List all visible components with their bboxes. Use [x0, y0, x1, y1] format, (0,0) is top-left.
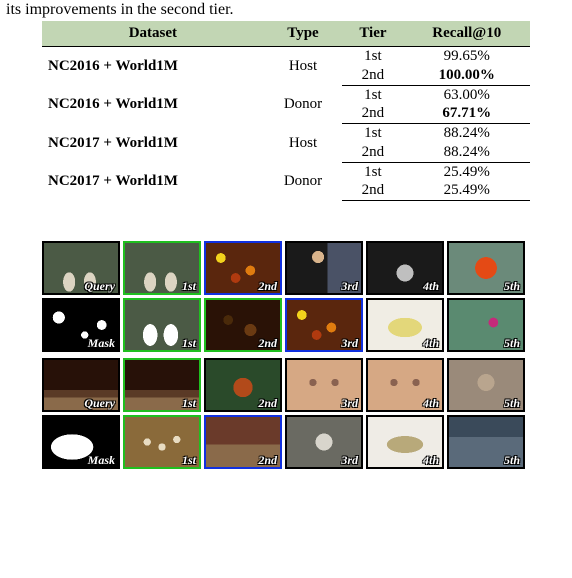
results-table-wrap: Dataset Type Tier Recall@10 NC2016 + Wor… [42, 21, 530, 201]
cell-type: Donor [264, 162, 343, 201]
cell-recall: 88.24% [404, 143, 530, 162]
grid-block: Query 1st 2nd 3rd 4th 5th Mask 1st 2nd 3rd 4th 5th [42, 241, 530, 352]
grid-row: Query 1st 2nd 3rd 4th 5th [42, 241, 530, 295]
thumbnail-label: 5th [504, 337, 523, 350]
thumbnail-label: Mask [88, 454, 118, 467]
cell-recall: 63.00% [404, 85, 530, 104]
thumbnail-label: 3rd [341, 280, 361, 293]
thumbnail-label: 3rd [341, 397, 361, 410]
cell-tier: 1st [342, 47, 403, 66]
cell-recall: 100.00% [404, 66, 530, 85]
thumbnail: Mask [42, 298, 120, 352]
cell-tier: 1st [342, 124, 403, 143]
thumbnail-label: 4th [423, 397, 442, 410]
thumbnail: Query [42, 241, 120, 295]
thumbnail: 3rd [285, 358, 363, 412]
thumbnail: 3rd [285, 415, 363, 469]
cell-type: Donor [264, 85, 343, 124]
col-dataset: Dataset [42, 21, 264, 47]
thumbnail: 2nd [204, 415, 282, 469]
table-row: NC2016 + World1MHost1st99.65% [42, 47, 530, 66]
table-row: NC2016 + World1MDonor1st63.00% [42, 85, 530, 104]
cell-tier: 2nd [342, 104, 403, 123]
cell-recall: 25.49% [404, 181, 530, 200]
retrieval-grid: Query1st2nd3rd4th5thMask1st2nd3rd4th5thQ… [42, 241, 530, 469]
thumbnail: 4th [366, 298, 444, 352]
thumbnail: 4th [366, 415, 444, 469]
cell-tier: 2nd [342, 143, 403, 162]
thumbnail-label: 3rd [341, 454, 361, 467]
thumbnail-label: Mask [88, 337, 118, 350]
thumbnail-label: Query [84, 280, 118, 293]
thumbnail: Query [42, 358, 120, 412]
table-row: NC2017 + World1MHost1st88.24% [42, 124, 530, 143]
thumbnail: 1st [123, 358, 201, 412]
thumbnail-label: 4th [423, 454, 442, 467]
col-tier: Tier [342, 21, 403, 47]
thumbnail-label: 2nd [258, 397, 280, 410]
caption-fragment: its improvements in the second tier. [0, 0, 572, 21]
thumbnail: 5th [447, 358, 525, 412]
cell-dataset: NC2017 + World1M [42, 124, 264, 163]
grid-row: Query 1st 2nd 3rd 4th 5th [42, 358, 530, 412]
thumbnail: 2nd [204, 241, 282, 295]
thumbnail-label: 5th [504, 280, 523, 293]
thumbnail-label: 2nd [258, 337, 280, 350]
grid-block: Query 1st 2nd 3rd 4th 5th Mask 1st 2nd 3rd 4th 5th [42, 358, 530, 469]
thumbnail: 1st [123, 415, 201, 469]
thumbnail: 3rd [285, 298, 363, 352]
table-row: NC2017 + World1MDonor1st25.49% [42, 162, 530, 181]
thumbnail: 2nd [204, 298, 282, 352]
thumbnail-label: 1st [182, 337, 199, 350]
thumbnail-label: Query [84, 397, 118, 410]
col-recall: Recall@10 [404, 21, 530, 47]
thumbnail: 5th [447, 298, 525, 352]
cell-tier: 1st [342, 85, 403, 104]
results-table: Dataset Type Tier Recall@10 NC2016 + Wor… [42, 21, 530, 201]
thumbnail-label: 5th [504, 397, 523, 410]
thumbnail: 3rd [285, 241, 363, 295]
cell-recall: 67.71% [404, 104, 530, 123]
thumbnail: Mask [42, 415, 120, 469]
thumbnail-label: 3rd [341, 337, 361, 350]
cell-dataset: NC2016 + World1M [42, 85, 264, 124]
table-header-row: Dataset Type Tier Recall@10 [42, 21, 530, 47]
grid-row: Mask 1st 2nd 3rd 4th 5th [42, 415, 530, 469]
col-type: Type [264, 21, 343, 47]
cell-dataset: NC2016 + World1M [42, 47, 264, 86]
thumbnail: 5th [447, 241, 525, 295]
cell-recall: 99.65% [404, 47, 530, 66]
cell-tier: 2nd [342, 66, 403, 85]
cell-dataset: NC2017 + World1M [42, 162, 264, 201]
thumbnail-label: 1st [182, 280, 199, 293]
thumbnail-label: 2nd [258, 280, 280, 293]
grid-row: Mask 1st 2nd 3rd 4th 5th [42, 298, 530, 352]
page: its improvements in the second tier. Dat… [0, 0, 572, 469]
thumbnail: 2nd [204, 358, 282, 412]
thumbnail: 1st [123, 241, 201, 295]
cell-recall: 25.49% [404, 162, 530, 181]
thumbnail-label: 4th [423, 280, 442, 293]
thumbnail: 4th [366, 241, 444, 295]
thumbnail: 1st [123, 298, 201, 352]
thumbnail: 4th [366, 358, 444, 412]
thumbnail-label: 1st [182, 397, 199, 410]
thumbnail-label: 1st [182, 454, 199, 467]
thumbnail-label: 2nd [258, 454, 280, 467]
cell-type: Host [264, 47, 343, 86]
thumbnail-label: 5th [504, 454, 523, 467]
cell-tier: 1st [342, 162, 403, 181]
thumbnail: 5th [447, 415, 525, 469]
cell-tier: 2nd [342, 181, 403, 200]
cell-recall: 88.24% [404, 124, 530, 143]
cell-type: Host [264, 124, 343, 163]
thumbnail-label: 4th [423, 337, 442, 350]
